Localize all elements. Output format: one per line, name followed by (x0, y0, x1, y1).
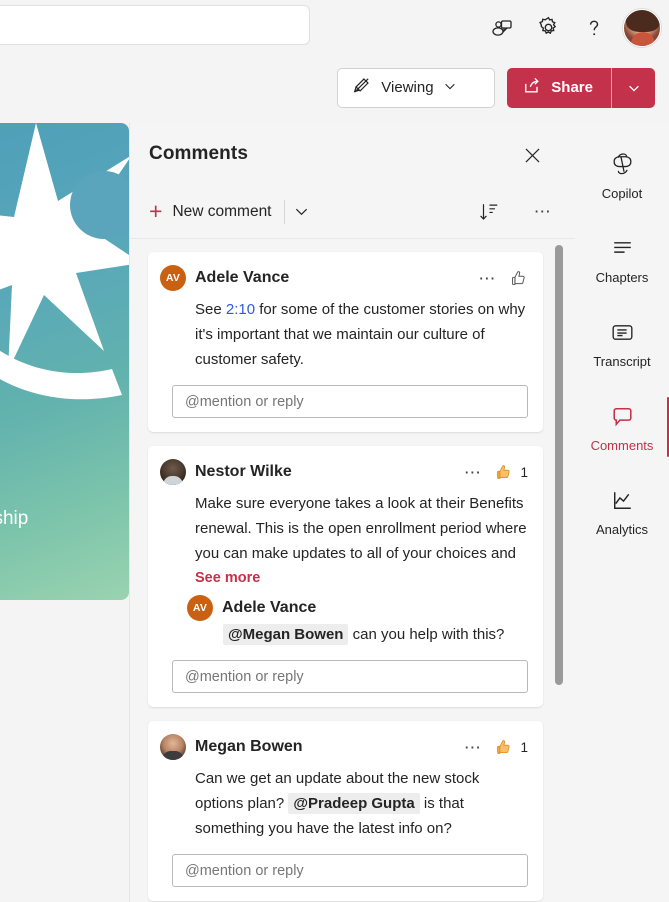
timestamp-link[interactable]: 2:10 (226, 301, 255, 318)
comment-header: AV Adele Vance ⋯ (160, 265, 528, 291)
share-button-group: Share (507, 67, 655, 108)
new-comment-button[interactable]: + New comment (149, 200, 284, 223)
rail-item-label: Comments (590, 438, 654, 453)
comment-actions: ⋯ 1 (464, 738, 528, 757)
rail-item-label: Transcript (593, 354, 651, 369)
like-button[interactable] (509, 269, 528, 288)
share-label: Share (551, 79, 593, 96)
settings-gear-icon[interactable] (525, 5, 571, 51)
comment-card[interactable]: Megan Bowen ⋯ 1 Can we get an update abo… (148, 721, 543, 901)
reply-text-after: can you help with this? (348, 626, 505, 643)
rail-item-copilot[interactable]: Copilot (575, 133, 669, 217)
mention-chip[interactable]: @Megan Bowen (223, 624, 349, 645)
more-options-icon[interactable]: ⋯ (529, 198, 557, 226)
scrollbar-thumb[interactable] (555, 245, 563, 685)
command-bar: Viewing Share (0, 55, 669, 120)
comments-toolbar-right: ⋯ (475, 198, 557, 226)
reply-header: AV Adele Vance (187, 595, 528, 621)
like-count: 1 (520, 739, 528, 755)
comment-header: Nestor Wilke ⋯ 1 (160, 459, 528, 485)
like-button[interactable]: 1 (494, 463, 528, 482)
comments-panel-header: Comments (130, 123, 575, 185)
comments-toolbar: + New comment ⋯ (130, 185, 575, 239)
video-title: dership A (0, 508, 29, 529)
copilot-icon (608, 149, 637, 179)
reply-input[interactable]: @mention or reply (172, 660, 528, 693)
reply-input[interactable]: @mention or reply (172, 385, 528, 418)
pen-slash-icon (351, 75, 372, 100)
avatar: AV (187, 595, 213, 621)
avatar: AV (160, 265, 186, 291)
comment-actions: ⋯ 1 (464, 463, 528, 482)
transcript-icon (608, 317, 637, 347)
comment-author: Megan Bowen (195, 738, 303, 755)
thumbs-up-icon (512, 270, 525, 285)
comment-text-before: See (195, 301, 226, 318)
avatar[interactable] (623, 8, 661, 47)
sort-descending-icon[interactable] (475, 198, 503, 226)
close-icon[interactable] (516, 139, 548, 171)
comment-author: Adele Vance (195, 269, 290, 286)
comment-card[interactable]: Nestor Wilke ⋯ 1 Make sure everyone take… (148, 446, 543, 707)
feedback-icon[interactable] (479, 5, 525, 51)
chevron-down-icon (443, 79, 457, 97)
rail-item-transcript[interactable]: Transcript (575, 301, 669, 385)
avatar (160, 734, 186, 760)
reply-author: Adele Vance (222, 599, 317, 616)
mention-chip[interactable]: @Pradeep Gupta (288, 793, 420, 814)
rail-item-comments[interactable]: Comments (575, 385, 669, 469)
viewing-label: Viewing (381, 79, 434, 96)
rail-item-label: Copilot (601, 186, 643, 201)
help-icon[interactable] (571, 5, 617, 51)
viewing-mode-button[interactable]: Viewing (337, 67, 496, 108)
comment-text: Can we get an update about the new stock… (195, 766, 528, 841)
comment-more-options-icon[interactable]: ⋯ (478, 270, 497, 287)
comment-text: Make sure everyone takes a look at their… (195, 495, 527, 562)
share-button[interactable]: Share (507, 67, 611, 108)
comment-text: See 2:10 for some of the customer storie… (195, 297, 528, 372)
share-icon (522, 76, 542, 100)
star-graphic (0, 123, 129, 400)
comment-header: Megan Bowen ⋯ 1 (160, 734, 528, 760)
plus-icon: + (149, 198, 163, 224)
comment-reply: AV Adele Vance @Megan Bowen can you help… (187, 595, 528, 647)
top-bar-icons (479, 0, 661, 55)
rail-item-analytics[interactable]: Analytics (575, 469, 669, 553)
reply-text: @Megan Bowen can you help with this? (223, 622, 528, 647)
like-button[interactable]: 1 (494, 738, 528, 757)
comments-icon (608, 401, 637, 431)
search-input[interactable] (0, 5, 310, 45)
comment-more-options-icon[interactable]: ⋯ (464, 739, 483, 756)
chapters-icon (608, 233, 637, 263)
video-thumbnail[interactable]: dership A (0, 123, 129, 600)
see-more-link[interactable]: See more (195, 570, 528, 586)
rail-item-label: Analytics (595, 522, 649, 537)
analytics-icon (608, 485, 637, 515)
comments-panel: Comments + New comment ⋯ AV Adele Vance … (129, 123, 575, 902)
share-dropdown-button[interactable] (611, 67, 655, 108)
comment-more-options-icon[interactable]: ⋯ (464, 464, 483, 481)
avatar (160, 459, 186, 485)
reply-input[interactable]: @mention or reply (172, 854, 528, 887)
top-bar (0, 0, 669, 55)
page-title: Comments (149, 143, 248, 164)
comment-card[interactable]: AV Adele Vance ⋯ See 2:10 for some of th… (148, 252, 543, 432)
rail-item-label: Chapters (595, 270, 649, 285)
like-count: 1 (520, 464, 528, 480)
thumbs-up-icon (497, 739, 511, 754)
new-comment-dropdown-button[interactable] (285, 197, 319, 227)
comments-list[interactable]: AV Adele Vance ⋯ See 2:10 for some of th… (130, 240, 576, 902)
right-rail: Copilot Chapters Transcript Comments Ana… (575, 123, 669, 902)
comment-actions: ⋯ (478, 269, 528, 288)
comment-author: Nestor Wilke (195, 463, 292, 480)
thumbs-up-icon (497, 464, 511, 479)
new-comment-label: New comment (172, 202, 272, 220)
app-root: Viewing Share hip Comments + New comment… (0, 0, 669, 902)
rail-item-chapters[interactable]: Chapters (575, 217, 669, 301)
